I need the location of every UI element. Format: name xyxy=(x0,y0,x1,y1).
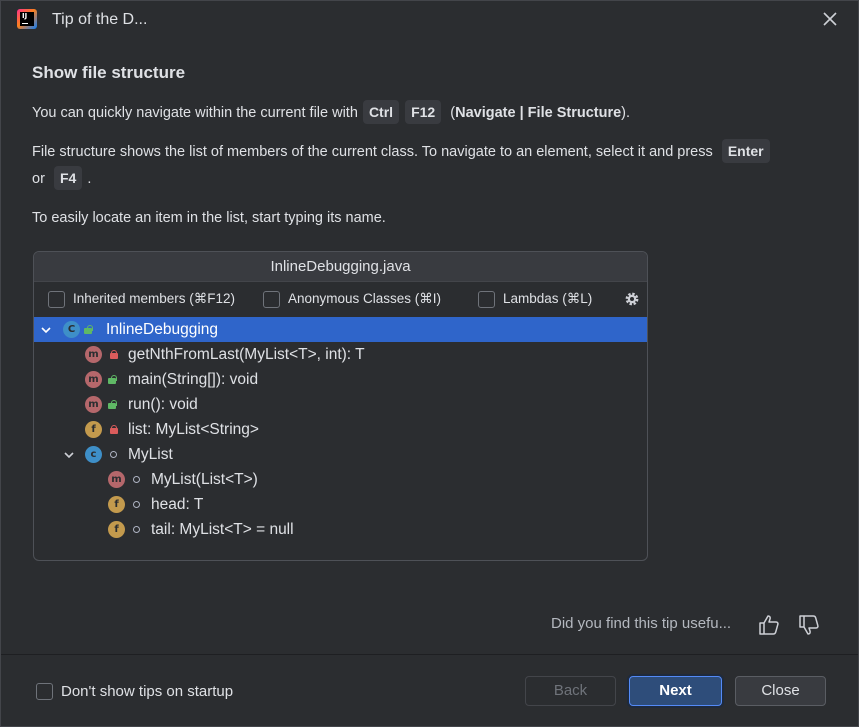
feedback-question: Did you find this tip usefu... xyxy=(551,615,732,632)
tree-row[interactable]: m run(): void xyxy=(34,392,647,417)
option-anonymous-classes[interactable]: Anonymous Classes (⌘I) xyxy=(263,288,441,310)
back-button[interactable]: Back xyxy=(525,676,616,706)
window-title: Tip of the D... xyxy=(52,11,148,28)
tip-paragraph-2: File structure shows the list of members… xyxy=(32,139,822,193)
close-icon[interactable] xyxy=(820,9,840,29)
next-button[interactable]: Next xyxy=(629,676,722,706)
option-lambdas[interactable]: Lambdas (⌘L) xyxy=(478,288,592,310)
tree-row[interactable]: m MyList(List<T>) xyxy=(34,467,647,492)
key-enter: Enter xyxy=(721,139,770,163)
key-f12: F12 xyxy=(405,100,442,124)
package-private-icon xyxy=(133,526,140,533)
tree-row[interactable]: f list: MyList<String> xyxy=(34,417,647,442)
class-icon: C xyxy=(63,321,80,338)
key-f4: F4 xyxy=(53,166,83,190)
tree-row[interactable]: m main(String[]): void xyxy=(34,367,647,392)
tip-paragraph-1: You can quickly navigate within the curr… xyxy=(32,100,630,127)
file-structure-popup: InlineDebugging.java Inherited members (… xyxy=(33,251,648,561)
tree-row[interactable]: m getNthFromLast(MyList<T>, int): T xyxy=(34,342,647,367)
public-icon xyxy=(84,325,93,334)
chevron-down-icon[interactable] xyxy=(63,449,75,461)
chevron-down-icon[interactable] xyxy=(40,324,52,336)
action-name: Navigate | File Structure xyxy=(455,105,622,121)
field-icon: f xyxy=(108,521,125,538)
tree-row[interactable]: c MyList xyxy=(34,442,647,467)
tree-row[interactable]: C InlineDebugging xyxy=(34,317,647,342)
method-icon: m xyxy=(108,471,125,488)
public-icon xyxy=(108,375,117,384)
tree-row[interactable]: f head: T xyxy=(34,492,647,517)
method-icon: m xyxy=(85,371,102,388)
p2-text: File structure shows the list of members… xyxy=(32,144,717,160)
package-private-icon xyxy=(110,451,117,458)
title-bar: IJ Tip of the D... xyxy=(1,1,858,39)
tree-row[interactable]: f tail: MyList<T> = null xyxy=(34,517,647,542)
private-icon xyxy=(110,425,118,434)
field-icon: f xyxy=(85,421,102,438)
private-icon xyxy=(110,350,118,359)
tip-heading: Show file structure xyxy=(32,63,186,82)
panel-title: InlineDebugging.java xyxy=(34,252,647,282)
checkbox[interactable] xyxy=(263,290,280,308)
structure-tree: C InlineDebugging m getNthFromLast(MyLis… xyxy=(34,317,647,542)
intellij-logo-icon: IJ xyxy=(17,9,37,29)
dialog-footer: Don't show tips on startup Back Next Clo… xyxy=(1,654,858,726)
thumbs-down-icon[interactable] xyxy=(797,613,821,637)
package-private-icon xyxy=(133,476,140,483)
key-ctrl: Ctrl xyxy=(362,100,400,124)
field-icon: f xyxy=(108,496,125,513)
checkbox[interactable] xyxy=(478,290,495,308)
public-icon xyxy=(108,400,117,409)
option-inherited-members[interactable]: Inherited members (⌘F12) xyxy=(48,288,235,310)
dont-show-tips-option[interactable]: Don't show tips on startup xyxy=(36,683,233,700)
package-private-icon xyxy=(133,501,140,508)
checkbox[interactable] xyxy=(48,290,65,308)
method-icon: m xyxy=(85,346,102,363)
tip-of-the-day-dialog: IJ Tip of the D... Show file structure Y… xyxy=(0,0,859,727)
filter-options: Inherited members (⌘F12) Anonymous Class… xyxy=(48,288,643,310)
close-button[interactable]: Close xyxy=(735,676,826,706)
dont-show-tips-checkbox[interactable] xyxy=(36,683,53,700)
p1-text: You can quickly navigate within the curr… xyxy=(32,105,362,121)
class-icon: c xyxy=(85,446,102,463)
gear-icon[interactable] xyxy=(623,290,641,308)
thumbs-up-icon[interactable] xyxy=(757,613,781,637)
tip-paragraph-3: To easily locate an item in the list, st… xyxy=(32,210,386,226)
method-icon: m xyxy=(85,396,102,413)
